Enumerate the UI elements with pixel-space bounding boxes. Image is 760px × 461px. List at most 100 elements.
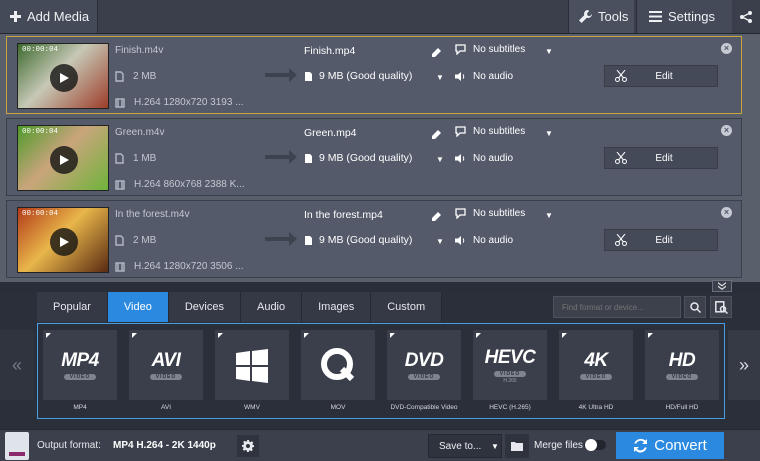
tab-devices[interactable]: Devices [168,292,241,322]
format-tile-dvd-compatible-video[interactable]: DVD VIDEO DVD-Compatible Video [385,329,463,415]
open-folder-button[interactable] [505,434,529,458]
file-row[interactable]: 00:00:04 In the forest.m4v 2 MB H.264 12… [6,200,742,278]
output-size-dropdown[interactable]: 9 MB (Good quality) [304,152,412,164]
save-to-dropdown[interactable]: Save to... ▼ [428,434,502,458]
search-button[interactable] [684,296,706,318]
file-row[interactable]: 00:00:04 Finish.m4v 2 MB H.264 1280x720 … [6,36,742,114]
subtitles-dropdown[interactable]: No subtitles [455,208,525,219]
format-label: AVI [161,404,171,411]
play-button[interactable] [50,146,78,174]
convert-button[interactable]: Convert [616,432,724,459]
video-thumbnail[interactable]: 00:00:04 [17,43,109,109]
add-media-button[interactable]: Add Media [0,0,98,33]
output-filename[interactable]: Green.mp4 [304,127,357,139]
output-size-text: 9 MB (Good quality) [319,152,413,164]
video-thumbnail[interactable]: 00:00:04 [17,125,109,191]
format-tile-hd-full-hd[interactable]: HD VIDEO HD/Full HD [643,329,721,415]
audio-dropdown[interactable]: No audio [455,235,513,246]
4k-logo-icon: 4K VIDEO [559,330,633,400]
caret-down-icon[interactable]: ▼ [436,73,444,82]
format-tile-mp4[interactable]: MP4 VIDEO MP4 [41,329,119,415]
format-tile-mov[interactable]: MOV [299,329,377,415]
file-icon [115,153,124,164]
scroll-left-button[interactable]: « [0,330,34,400]
output-format-value[interactable]: MP4 H.264 - 2K 1440p [113,440,216,451]
format-logo-subtext: VIDEO [665,374,699,380]
output-size-text: 9 MB (Good quality) [319,70,413,82]
remove-file-button[interactable]: × [721,125,732,136]
film-icon [115,97,125,108]
scroll-right-button[interactable]: » [728,330,760,400]
tools-button[interactable]: Tools [568,0,634,33]
audio-dropdown[interactable]: No audio [455,153,513,164]
arrow-right-icon [265,232,297,251]
play-button[interactable] [50,228,78,256]
audio-text: No audio [473,235,514,246]
remove-file-button[interactable]: × [721,207,732,218]
edit-button[interactable]: Edit [604,65,718,87]
format-logo-text: HD [668,350,696,371]
close-icon: × [723,125,730,135]
format-tile-wmv[interactable]: WMV [213,329,291,415]
hamburger-icon [649,11,662,22]
subtitles-text: No subtitles [473,126,526,137]
file-row[interactable]: 00:00:04 Green.m4v 1 MB H.264 860x768 23… [6,118,742,196]
output-format-icon[interactable] [5,432,29,460]
rename-button[interactable] [431,127,441,145]
double-chevron-right-icon: » [738,354,749,375]
edit-button[interactable]: Edit [604,147,718,169]
share-icon [740,10,752,23]
edit-label: Edit [655,234,673,246]
caret-down-icon[interactable]: ▼ [545,129,553,138]
share-button[interactable] [732,0,760,33]
subtitles-dropdown[interactable]: No subtitles [455,126,525,137]
speech-bubble-icon [455,208,466,219]
tab-popular[interactable]: Popular [37,292,108,322]
subtitles-dropdown[interactable]: No subtitles [455,44,525,55]
output-size-dropdown[interactable]: 9 MB (Good quality) [304,234,412,246]
audio-dropdown[interactable]: No audio [455,71,513,82]
hd-logo-icon: HD VIDEO [645,330,719,400]
collapse-panel-button[interactable] [712,280,732,292]
remove-file-button[interactable]: × [721,43,732,54]
source-size-text: 2 MB [133,71,157,82]
merge-files-toggle[interactable] [584,439,606,451]
format-tile-avi[interactable]: AVI VIDEO AVI [127,329,205,415]
format-logo-extra: H.265 [503,377,517,384]
edit-label: Edit [655,70,673,82]
play-button[interactable] [50,64,78,92]
format-tile-4k-ultra-hd[interactable]: 4K VIDEO 4K Ultra HD [557,329,635,415]
quicktime-logo-icon [301,330,375,400]
output-filename[interactable]: Finish.mp4 [304,45,355,57]
format-logo-text: DVD [404,350,444,371]
format-tile-hevc-h-265-[interactable]: HEVC VIDEO H.265 HEVC (H.265) [471,329,549,415]
caret-down-icon[interactable]: ▼ [545,211,553,220]
tab-audio[interactable]: Audio [240,292,303,322]
caret-down-icon[interactable]: ▼ [436,237,444,246]
format-logo-text: AVI [151,350,181,371]
find-device-button[interactable] [710,296,732,318]
source-size: 1 MB [115,153,156,164]
settings-button[interactable]: Settings [636,0,732,33]
caret-down-icon[interactable]: ▼ [436,155,444,164]
format-search-input[interactable] [553,296,681,318]
source-codec-text: H.264 1280x720 3506 ... [134,261,244,272]
output-filename[interactable]: In the forest.mp4 [304,209,383,221]
speech-bubble-icon [455,126,466,137]
video-thumbnail[interactable]: 00:00:04 [17,207,109,273]
tab-video[interactable]: Video [107,292,169,322]
scissors-icon [615,234,627,246]
format-logo-subtext: VIDEO [63,374,97,380]
duration-label: 00:00:04 [22,210,59,218]
rename-button[interactable] [431,209,441,227]
output-size-dropdown[interactable]: 9 MB (Good quality) [304,70,412,82]
rename-button[interactable] [431,45,441,63]
caret-down-icon[interactable]: ▼ [545,47,553,56]
edit-button[interactable]: Edit [604,229,718,251]
tab-images[interactable]: Images [302,292,372,322]
file-icon [305,153,312,163]
format-settings-button[interactable] [237,435,259,457]
source-codec: H.264 1280x720 3193 ... [115,97,244,108]
tab-custom[interactable]: Custom [371,292,443,322]
source-codec: H.264 860x768 2388 K... [115,179,245,190]
